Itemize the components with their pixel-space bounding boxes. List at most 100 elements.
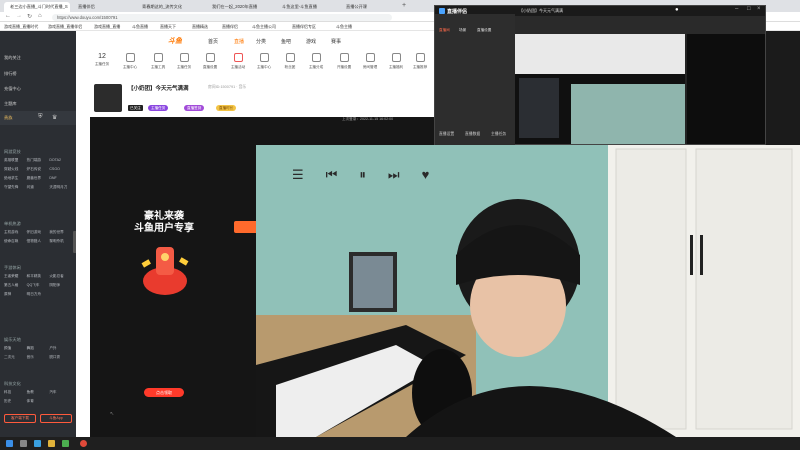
heart-icon[interactable]: ♥ [422, 167, 430, 183]
app-icon[interactable] [62, 440, 69, 447]
bookmark-item[interactable]: 游戏直播_直播伴侣 [48, 24, 82, 30]
category-tag[interactable]: 热门端游 [27, 158, 50, 163]
bookmark-item[interactable]: 斗鱼主播公司 [252, 24, 276, 30]
task-icon[interactable]: 主播任务 [172, 53, 196, 70]
menu-icon[interactable]: ☰ [292, 167, 304, 183]
nav-live[interactable]: 直播 [234, 38, 244, 45]
close-icon[interactable]: × [757, 6, 761, 12]
category-tag[interactable]: DOTA2 [49, 158, 72, 163]
category-tag[interactable]: 颜值 [4, 346, 27, 351]
reload-icon[interactable]: ↻ [27, 13, 32, 20]
anchor-icon[interactable]: 主播中心 [252, 53, 276, 70]
category-tag[interactable]: 户外 [49, 346, 72, 351]
browser-tab[interactable]: 我们在一起_2020年直播 [208, 2, 274, 12]
bookmark-item[interactable]: 直播伴侣专区 [292, 24, 316, 30]
recommend-icon[interactable]: 主播推荐 [408, 53, 432, 70]
nav-fishbar[interactable]: 鱼吧 [281, 38, 291, 45]
back-icon[interactable]: ← [5, 13, 11, 19]
maximize-icon[interactable]: □ [747, 6, 751, 12]
category-tag[interactable]: DNF [49, 176, 72, 181]
category-tag[interactable]: 舞蹈 [27, 346, 50, 351]
browser-tab[interactable]: 老三边小直播_斗门时代直播_S [4, 2, 70, 12]
url-input[interactable]: https://www.douyu.com/1500791 [52, 13, 392, 21]
pause-icon[interactable]: ⏸ [359, 167, 366, 183]
browser-tab[interactable]: 直播公开课 [342, 2, 398, 12]
start-icon[interactable] [6, 440, 13, 447]
room-manage-icon[interactable]: 房间管理 [358, 53, 382, 70]
bookmark-item[interactable]: 直播伴侣 [222, 24, 238, 30]
sidebar-item-recharge[interactable]: 充值中心 [4, 86, 21, 92]
fans-icon[interactable]: 粉丝团 [278, 53, 302, 70]
studio-btn-settings[interactable]: 直播设置 [439, 132, 454, 137]
client-download-button[interactable]: 客户端下载 [4, 414, 36, 423]
category-tag[interactable]: 王者荣耀 [4, 274, 27, 279]
next-track-icon[interactable]: ⏭ [388, 167, 400, 183]
sidebar-item-follow[interactable]: 我的关注 [4, 55, 21, 61]
edge-icon[interactable] [34, 440, 41, 447]
nav-home[interactable]: 首页 [208, 38, 218, 45]
vip-row[interactable]: 贵族 ⛨ ♛ [0, 111, 76, 125]
claim-button[interactable]: 点击领取 [144, 388, 184, 397]
anchor-center-icon[interactable]: 主播中心 [118, 53, 142, 70]
duration-badge[interactable]: 直播时长 [216, 105, 237, 111]
signin-badge[interactable]: 直播签到 [184, 105, 205, 111]
bookmark-item[interactable]: 直播天下 [160, 24, 176, 30]
category-tag[interactable]: 主机游戏 [4, 230, 27, 235]
category-tag[interactable]: 明日方舟 [27, 292, 50, 297]
settings-icon[interactable]: 直播设置 [198, 53, 222, 70]
studio-btn-data[interactable]: 直播数据 [465, 132, 480, 137]
category-tag[interactable]: 守望先锋 [4, 185, 27, 190]
gift-icon[interactable]: 主播活动 [226, 53, 250, 70]
minimize-icon[interactable]: – [735, 6, 738, 12]
bookmark-item[interactable]: 直播精选 [192, 24, 208, 30]
category-tag[interactable]: 绝地求生 [4, 176, 27, 181]
browser-tab[interactable]: 斗鱼这里-斗鱼直播 [278, 2, 338, 12]
category-tag[interactable]: QQ飞车 [27, 283, 50, 288]
nav-category[interactable]: 分类 [256, 38, 266, 45]
prev-track-icon[interactable]: ⏮ [326, 167, 338, 183]
sidebar-item-ranking[interactable]: 排行榜 [4, 71, 17, 77]
category-tag[interactable]: 二次元 [4, 355, 27, 360]
tab-room[interactable]: 直播间 [439, 28, 450, 33]
category-tag[interactable]: 脱口秀 [49, 355, 72, 360]
search-icon[interactable] [20, 440, 27, 447]
site-logo[interactable]: 斗鱼 [168, 36, 182, 46]
category-tag[interactable]: 第五人格 [4, 283, 27, 288]
tab-scene[interactable]: 场景 [459, 28, 466, 33]
avatar[interactable] [94, 84, 122, 112]
new-tab-icon[interactable]: + [402, 2, 406, 9]
category-tag[interactable]: 英雄联盟 [4, 158, 27, 163]
studio-btn-tasks[interactable]: 主播任务 [491, 132, 506, 137]
tools-icon[interactable]: 主播工具 [146, 53, 170, 70]
home-icon[interactable]: ⌂ [38, 13, 42, 19]
category-tag[interactable]: 魔兽世界 [27, 176, 50, 181]
category-tag[interactable]: 和平精英 [27, 274, 50, 279]
category-tag[interactable]: 怪物猎人 [27, 239, 50, 244]
forward-icon[interactable]: → [16, 13, 22, 19]
bookmark-item[interactable]: 斗鱼主播 [336, 24, 352, 30]
category-tag[interactable]: 穿越火线 [4, 167, 27, 172]
chrome-icon[interactable] [80, 440, 87, 447]
sidebar-item-theme[interactable]: 主题库 [4, 101, 17, 107]
category-tag[interactable]: 我的世界 [49, 230, 72, 235]
category-tag[interactable]: 鱼教 [27, 390, 50, 395]
browser-tab[interactable]: 直播伴侣 [74, 2, 134, 12]
category-tag[interactable]: 怀旧游戏 [27, 230, 50, 235]
category-tag[interactable]: 音乐 [27, 355, 50, 360]
profile-icon[interactable]: ● [675, 7, 679, 13]
category-tag[interactable]: CSGO [49, 167, 72, 172]
bookmark-item[interactable]: 游戏直播_直播时代 [4, 24, 38, 30]
browser-tab[interactable]: 青春期这的_流传文化 [138, 2, 204, 12]
level-indicator[interactable]: 12 主播任务 [90, 53, 114, 67]
live-settings-icon[interactable]: 开播设置 [332, 53, 356, 70]
category-tag[interactable]: 汽车 [49, 390, 72, 395]
scene-list[interactable] [439, 36, 511, 106]
category-tag[interactable]: 炉石传说 [27, 167, 50, 172]
category-tag[interactable]: 科技 [4, 390, 27, 395]
side-promo-tab[interactable] [234, 221, 256, 233]
category-tag[interactable]: 使命召唤 [4, 239, 27, 244]
folder-icon[interactable] [48, 440, 55, 447]
nav-games[interactable]: 游戏 [306, 38, 316, 45]
bookmark-item[interactable]: 游戏直播_直播 [94, 24, 120, 30]
category-tag[interactable]: 历史 [4, 399, 27, 404]
